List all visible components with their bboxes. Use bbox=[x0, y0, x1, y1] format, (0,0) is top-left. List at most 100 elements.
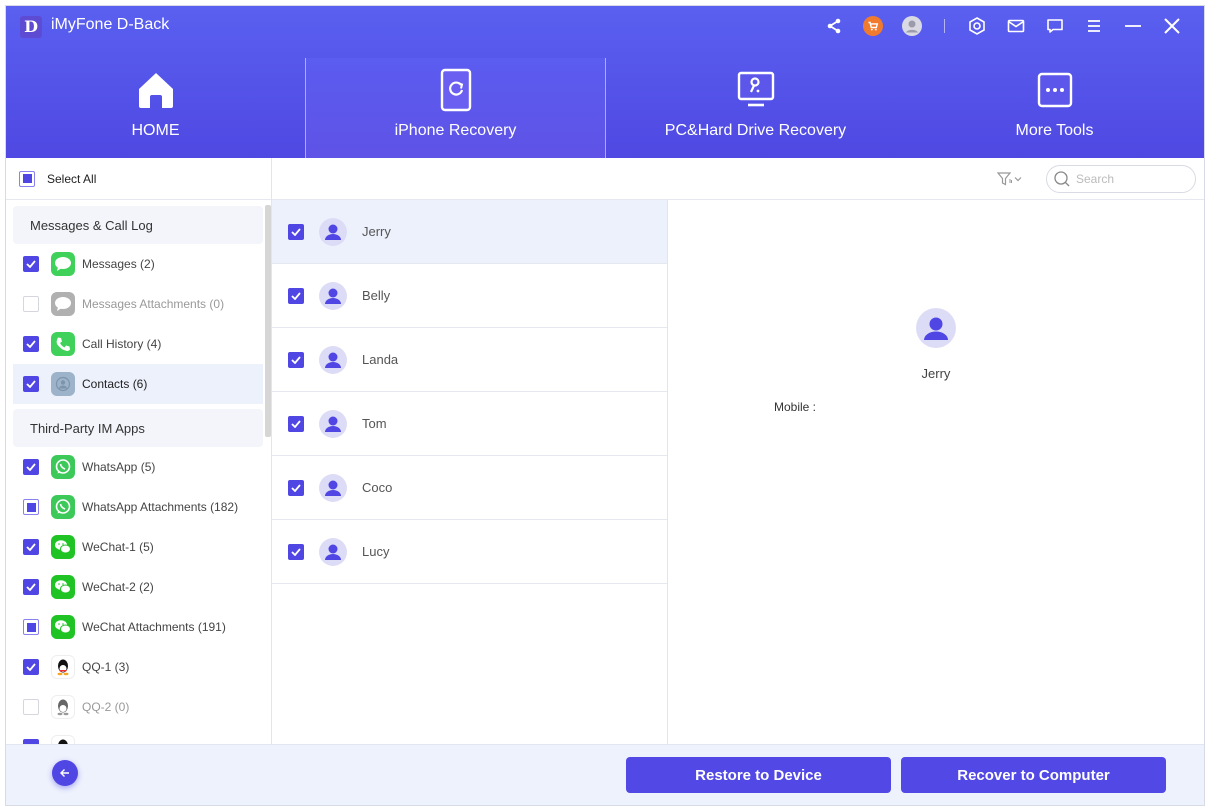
menu-icon[interactable] bbox=[1082, 14, 1106, 38]
group-header-third-party-im-apps: Third-Party IM Apps bbox=[13, 409, 263, 447]
category-contacts[interactable]: Contacts (6) bbox=[13, 364, 263, 404]
tab-iphone-recovery[interactable]: iPhone Recovery bbox=[305, 58, 606, 158]
contact-row[interactable]: Tom bbox=[272, 392, 667, 456]
wechat-icon bbox=[51, 535, 75, 559]
category-messages[interactable]: Messages (2) bbox=[6, 244, 264, 284]
checkbox[interactable] bbox=[23, 579, 39, 595]
search-icon bbox=[1054, 171, 1070, 187]
main-nav: HOME iPhone Recovery PC&Hard Drive Recov… bbox=[6, 58, 1204, 158]
category-messages-attachments[interactable]: Messages Attachments (0) bbox=[6, 284, 264, 324]
category-qq-2[interactable]: QQ-2 (0) bbox=[6, 687, 264, 727]
category-qq-3-partial[interactable] bbox=[6, 727, 264, 744]
checkbox[interactable] bbox=[288, 287, 304, 304]
checkbox[interactable] bbox=[23, 499, 39, 515]
checkbox[interactable] bbox=[288, 479, 304, 496]
minimize-icon[interactable] bbox=[1121, 14, 1145, 38]
category-scrollbar[interactable] bbox=[265, 205, 271, 437]
category-label: Contacts (6) bbox=[82, 377, 148, 391]
category-whatsapp[interactable]: WhatsApp (5) bbox=[6, 447, 264, 487]
title-bar: D iMyFone D-Back bbox=[6, 6, 1204, 46]
recover-to-computer-button[interactable]: Recover to Computer bbox=[901, 757, 1166, 793]
filter-dropdown[interactable] bbox=[996, 170, 1026, 188]
contact-row[interactable]: Coco bbox=[272, 456, 667, 520]
category-label: WhatsApp Attachments (182) bbox=[82, 500, 239, 514]
messages-icon bbox=[51, 252, 75, 276]
app-title: iMyFone D-Back bbox=[51, 16, 170, 33]
detail-name: Jerry bbox=[921, 366, 951, 381]
qq-icon bbox=[51, 655, 75, 679]
category-wechat-2[interactable]: WeChat-2 (2) bbox=[6, 567, 264, 607]
checkbox[interactable] bbox=[23, 699, 39, 715]
category-label: WeChat-1 (5) bbox=[82, 540, 154, 554]
tab-label: PC&Hard Drive Recovery bbox=[664, 122, 847, 139]
category-wechat-1[interactable]: WeChat-1 (5) bbox=[6, 527, 264, 567]
checkbox[interactable] bbox=[288, 351, 304, 368]
category-call-history[interactable]: Call History (4) bbox=[6, 324, 264, 364]
divider bbox=[944, 19, 945, 33]
filter-icon bbox=[996, 172, 1012, 186]
app-window: D iMyFone D-Back HOME iPhone Recovery PC… bbox=[5, 5, 1205, 806]
tab-home[interactable]: HOME bbox=[6, 58, 305, 158]
contact-name: Lucy bbox=[362, 544, 390, 559]
tab-more-tools[interactable]: More Tools bbox=[905, 58, 1204, 158]
chevron-down-icon bbox=[1014, 177, 1022, 182]
detail-avatar bbox=[916, 308, 956, 348]
avatar bbox=[319, 537, 347, 566]
feedback-icon[interactable] bbox=[1043, 14, 1067, 38]
contact-row[interactable]: Lucy bbox=[272, 520, 667, 584]
contact-row[interactable]: Jerry bbox=[272, 200, 667, 264]
category-panel: Select All Messages & Call Log Messages … bbox=[6, 158, 272, 744]
category-qq-1[interactable]: QQ-1 (3) bbox=[6, 647, 264, 687]
close-icon[interactable] bbox=[1160, 14, 1184, 38]
category-label: WhatsApp (5) bbox=[82, 460, 156, 474]
group-header-messages-call-log: Messages & Call Log bbox=[13, 206, 263, 244]
mobile-label: Mobile : bbox=[774, 400, 817, 414]
category-list: Messages & Call Log Messages (2) Message… bbox=[6, 201, 272, 744]
checkbox[interactable] bbox=[288, 223, 304, 240]
wechat-icon bbox=[51, 575, 75, 599]
pc-drive-icon bbox=[734, 68, 778, 112]
share-icon[interactable] bbox=[822, 14, 846, 38]
restore-to-device-button[interactable]: Restore to Device bbox=[626, 757, 891, 793]
avatar bbox=[319, 345, 347, 374]
contact-row[interactable]: Landa bbox=[272, 328, 667, 392]
checkbox[interactable] bbox=[288, 543, 304, 560]
checkbox[interactable] bbox=[23, 619, 39, 635]
iphone-recovery-icon bbox=[434, 68, 478, 112]
account-icon[interactable] bbox=[900, 14, 924, 38]
category-wechat-attachments[interactable]: WeChat Attachments (191) bbox=[6, 607, 264, 647]
arrow-left-icon bbox=[60, 769, 69, 777]
contact-row[interactable]: Belly bbox=[272, 264, 667, 328]
tab-label: More Tools bbox=[1015, 122, 1094, 139]
checkbox[interactable] bbox=[23, 459, 39, 475]
wechat-icon bbox=[51, 615, 75, 639]
avatar bbox=[319, 281, 347, 310]
select-all-label: Select All bbox=[47, 171, 97, 186]
settings-icon[interactable] bbox=[965, 14, 989, 38]
search-box bbox=[1046, 165, 1196, 193]
list-toolbar bbox=[272, 158, 1204, 200]
tab-label: iPhone Recovery bbox=[394, 122, 517, 139]
mail-icon[interactable] bbox=[1004, 14, 1028, 38]
tab-pc-hard-drive-recovery[interactable]: PC&Hard Drive Recovery bbox=[606, 58, 905, 158]
select-all-row[interactable]: Select All bbox=[6, 158, 271, 200]
category-label: QQ-2 (0) bbox=[82, 700, 130, 714]
contact-name: Tom bbox=[362, 416, 387, 431]
checkbox[interactable] bbox=[288, 415, 304, 432]
search-input[interactable] bbox=[1076, 172, 1186, 186]
contact-name: Landa bbox=[362, 352, 399, 367]
cart-icon[interactable] bbox=[861, 14, 885, 38]
header: D iMyFone D-Back HOME iPhone Recovery PC… bbox=[6, 6, 1204, 158]
back-button[interactable] bbox=[52, 760, 78, 786]
select-all-checkbox[interactable] bbox=[19, 170, 35, 187]
checkbox[interactable] bbox=[23, 296, 39, 312]
checkbox[interactable] bbox=[23, 376, 39, 392]
checkbox[interactable] bbox=[23, 336, 39, 352]
qq-icon bbox=[51, 735, 75, 744]
checkbox[interactable] bbox=[23, 659, 39, 675]
category-whatsapp-attachments[interactable]: WhatsApp Attachments (182) bbox=[6, 487, 264, 527]
footer: Restore to Device Recover to Computer bbox=[6, 744, 1204, 805]
checkbox[interactable] bbox=[23, 539, 39, 555]
checkbox[interactable] bbox=[23, 256, 39, 272]
more-tools-icon bbox=[1033, 68, 1077, 112]
